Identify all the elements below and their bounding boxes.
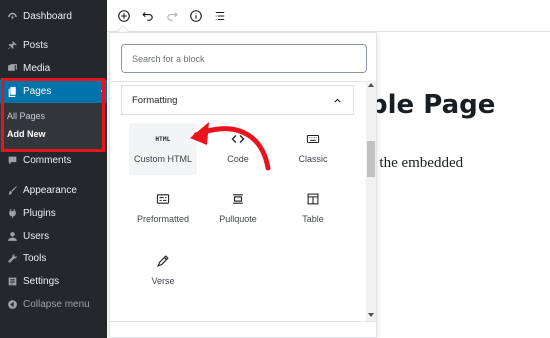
menu-comments-label: Comments [23, 154, 72, 166]
block-label: Pullquote [219, 214, 257, 224]
redo-button[interactable] [162, 6, 182, 26]
block-label: Custom HTML [133, 154, 192, 164]
preformatted-icon [156, 189, 170, 209]
paintbrush-icon [6, 184, 18, 196]
menu-users[interactable]: Users [0, 225, 107, 247]
comment-icon [6, 154, 18, 166]
menu-dashboard-label: Dashboard [23, 10, 72, 22]
settings-icon [6, 275, 18, 287]
menu-appearance-label: Appearance [23, 184, 77, 196]
redo-icon [167, 12, 178, 21]
menu-media[interactable]: Media [0, 57, 107, 79]
menu-settings[interactable]: Settings [0, 270, 107, 292]
media-icon [6, 62, 18, 74]
info-icon [190, 10, 202, 22]
menu-pages-label: Pages [23, 86, 52, 97]
block-label: Verse [151, 276, 175, 286]
block-label: Preformatted [136, 214, 190, 224]
current-menu-caret-icon [101, 87, 105, 95]
document-title[interactable]: ple Page [369, 90, 495, 120]
block-search-input[interactable] [121, 44, 367, 73]
menu-media-label: Media [23, 62, 51, 74]
wrench-icon [6, 252, 18, 264]
html-icon: HTML [155, 135, 171, 143]
menu-comments[interactable]: Comments [0, 149, 107, 171]
editor-toolbar [107, 0, 550, 32]
menu-pages[interactable]: Pages [0, 80, 107, 103]
block-classic[interactable]: Classic [279, 123, 347, 175]
menu-dashboard[interactable]: Dashboard [0, 5, 107, 27]
block-verse[interactable]: Verse [129, 245, 197, 297]
menu-posts[interactable]: Posts [0, 34, 107, 56]
inserter-scrollbar[interactable] [366, 81, 376, 321]
menu-appearance[interactable]: Appearance [0, 179, 107, 201]
collapse-menu-label: Collapse menu [23, 298, 90, 310]
scroll-up-icon [368, 83, 374, 87]
block-grid: HTML Custom HTML Code Classic Preformatt… [121, 123, 354, 323]
collapse-icon [6, 298, 18, 310]
undo-icon [142, 12, 153, 21]
search-divider [110, 81, 376, 82]
panel-title: Formatting [132, 94, 178, 106]
block-label: Table [302, 214, 324, 224]
pages-icon [6, 86, 18, 98]
code-icon [231, 129, 245, 149]
pushpin-icon [6, 39, 18, 51]
block-label: Classic [298, 154, 328, 164]
block-table[interactable]: Table [279, 183, 347, 235]
menu-plugins[interactable]: Plugins [0, 202, 107, 224]
outline-button[interactable] [210, 6, 230, 26]
formatting-panel-toggle[interactable]: Formatting [121, 85, 354, 115]
menu-tools-label: Tools [23, 252, 47, 264]
list-icon [215, 11, 225, 21]
submenu-add-new[interactable]: Add New [7, 129, 46, 139]
keyboard-icon [306, 129, 320, 149]
chevron-up-icon [334, 98, 341, 103]
menu-plugins-label: Plugins [23, 207, 56, 219]
menu-posts-label: Posts [23, 39, 49, 51]
submenu-all-pages[interactable]: All Pages [7, 111, 45, 121]
scroll-down-icon [368, 313, 374, 317]
add-block-button[interactable] [114, 6, 134, 26]
plus-circle-icon [118, 10, 130, 22]
pullquote-icon [231, 189, 245, 209]
undo-button[interactable] [138, 6, 158, 26]
panel-divider [110, 321, 376, 322]
menu-tools[interactable]: Tools [0, 247, 107, 269]
info-button[interactable] [186, 6, 206, 26]
collapse-menu-button[interactable]: Collapse menu [0, 293, 107, 315]
plugin-icon [6, 207, 18, 219]
block-label: Code [227, 154, 249, 164]
block-inserter-popover: Formatting HTML Custom HTML Code Classic… [109, 32, 377, 338]
pen-icon [156, 251, 170, 271]
block-code[interactable]: Code [204, 123, 272, 175]
block-custom-html[interactable]: HTML Custom HTML [129, 123, 197, 175]
document-paragraph[interactable]: e the embedded [369, 155, 463, 172]
menu-users-label: Users [23, 230, 50, 242]
table-icon [306, 189, 320, 209]
dashboard-icon [6, 10, 18, 22]
menu-settings-label: Settings [23, 275, 60, 287]
block-preformatted[interactable]: Preformatted [129, 183, 197, 235]
block-pullquote[interactable]: Pullquote [204, 183, 272, 235]
users-icon [6, 230, 18, 242]
admin-sidebar: Dashboard Posts Media Pages All Pages Ad… [0, 0, 107, 338]
scroll-thumb[interactable] [367, 141, 375, 177]
